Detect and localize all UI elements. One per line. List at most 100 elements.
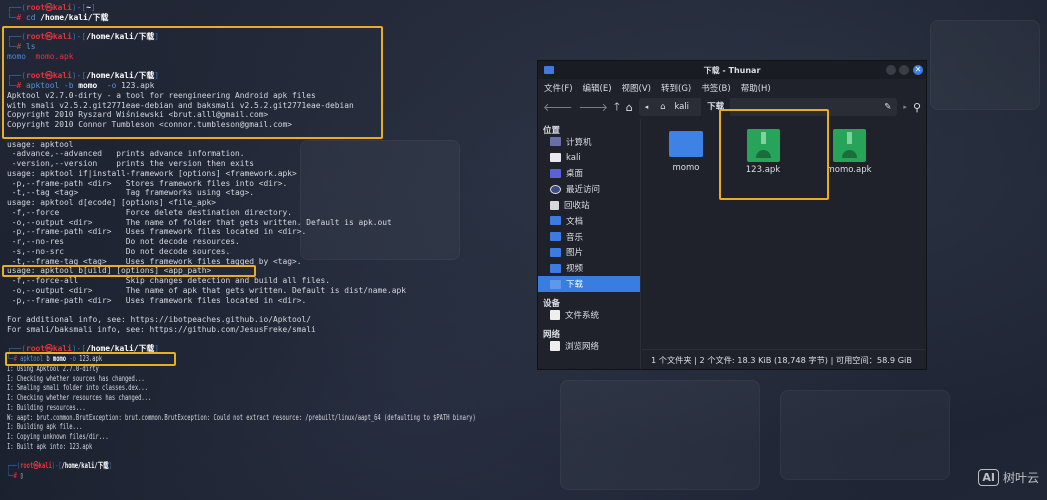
terminal-text: /home/kali/下载 (61, 461, 109, 471)
terminal-text: -p,--frame-path <dir> Uses framework fil… (7, 227, 307, 237)
thunar-window: 下载 - Thunar ✕ 文件(F) 编辑(E) 视图(V) 转到(G) 书签… (537, 60, 927, 370)
terminal-text: usage: apktool if|install-framework [opt… (7, 168, 297, 178)
sidebar-label: 下载 (566, 280, 584, 291)
terminal-line: I: Checking whether resources has change… (7, 393, 727, 403)
computer-icon (550, 137, 561, 147)
menu-bar: 文件(F) 编辑(E) 视图(V) 转到(G) 书签(B) 帮助(H) (538, 79, 926, 96)
minimize-button[interactable] (886, 65, 896, 75)
terminal-text: root㉿kali (20, 461, 52, 471)
menu-go[interactable]: 转到(G) (661, 82, 691, 94)
terminal-text: I: Checking whether sources has changed.… (7, 373, 145, 383)
terminal-text: ] (108, 461, 112, 471)
terminal-text: I: Checking whether resources has change… (7, 393, 152, 402)
breadcrumb-kali[interactable]: ⌂ kali (654, 102, 701, 112)
terminal-text: usage: apktool (7, 139, 74, 149)
breadcrumb-kali-label: kali (674, 102, 690, 112)
sidebar-item-music[interactable]: 音乐 (538, 229, 640, 245)
terminal-text: For additional info, see: https://ibotpe… (7, 315, 312, 324)
terminal-line: └─# cd /home/kali/下载 (7, 13, 727, 23)
videos-folder-icon (550, 263, 561, 273)
terminal-text: For smali/baksmali info, see: https://gi… (7, 324, 316, 334)
terminal-line: ┌──(root㉿kali)-[/home/kali/下载] (7, 461, 727, 471)
edit-pencil-icon[interactable]: ✎ (878, 102, 897, 112)
search-icon[interactable]: ⚲ (913, 101, 921, 114)
terminal-text: )-[ (51, 461, 62, 471)
up-arrow-icon[interactable]: 🡑 (614, 98, 620, 117)
terminal-text: ] (90, 3, 96, 12)
terminal-text: W: aapt: brut.common.BrutException: brut… (7, 412, 476, 422)
terminal-line: I: Building resources... (7, 403, 727, 413)
sidebar-label: 文件系统 (565, 310, 600, 321)
terminal-line: ┌──(root㉿kali)-[~] (7, 3, 727, 13)
downloads-folder-icon (550, 279, 561, 289)
terminal-text: /home/kali/下载 (40, 12, 109, 22)
folder-icon (669, 131, 703, 157)
menu-help[interactable]: 帮助(H) (741, 82, 771, 94)
sidebar: 位置 计算机 kali 桌面 最近访问 回收站 文档 音乐 图片 视频 下载 设… (538, 119, 641, 369)
terminal-text: -version,--version prints the version th… (7, 159, 255, 168)
sidebar-item-computer[interactable]: 计算机 (538, 134, 640, 150)
terminal-text: -f,--force Force delete destination dire… (7, 207, 293, 217)
terminal-text: -p,--frame-path <dir> Uses framework fil… (7, 295, 307, 305)
trash-icon (550, 200, 559, 210)
menu-edit[interactable]: 编辑(E) (583, 82, 612, 94)
sidebar-label: 音乐 (566, 232, 584, 243)
network-icon (550, 340, 560, 351)
sidebar-item-downloads[interactable]: 下载 (538, 276, 640, 292)
breadcrumb-right-chevron-icon[interactable]: ▸ (903, 103, 907, 111)
highlight-box-ls-apktool (2, 26, 383, 139)
sidebar-label: 图片 (566, 248, 584, 259)
terminal-text: -o,--output <dir> The name of folder tha… (7, 217, 392, 227)
terminal-text: usage: apktool d[ecode] [options] <file_… (7, 198, 217, 207)
terminal-line: I: Checking whether sources has changed.… (7, 374, 727, 384)
drive-icon (550, 309, 560, 320)
section-places: 位置 (543, 126, 561, 136)
sidebar-item-trash[interactable]: 回收站 (538, 197, 640, 213)
back-arrow-icon[interactable]: 🡐 (543, 100, 573, 114)
home-folder-icon (550, 153, 561, 163)
terminal-text: -r,--no-res Do not decode resources. (7, 237, 240, 246)
terminal-text: I: Smaling smali folder into classes.dex… (7, 383, 148, 393)
breadcrumb-left-chevron-icon[interactable]: ◂ (639, 103, 655, 111)
terminal-text: ┌──( (7, 3, 27, 12)
sidebar-item-desktop[interactable]: 桌面 (538, 166, 640, 182)
window-title: 下载 - Thunar (703, 65, 761, 75)
sidebar-label: 回收站 (564, 201, 590, 212)
menu-bookmarks[interactable]: 书签(B) (701, 82, 730, 94)
close-button[interactable]: ✕ (913, 65, 923, 75)
terminal-line: └─# ▯ (7, 471, 727, 481)
home-icon[interactable]: ⌂ (626, 101, 633, 114)
title-bar[interactable]: 下载 - Thunar ✕ (538, 61, 926, 79)
sidebar-item-kali[interactable]: kali (538, 150, 640, 166)
sidebar-label: 文档 (566, 216, 584, 227)
section-network: 网络 (543, 329, 561, 340)
terminal-text: -f,--force-all Skip changes detection an… (7, 276, 331, 285)
terminal-line: I: Copying unknown files/dir... (7, 432, 727, 442)
sidebar-item-documents[interactable]: 文档 (538, 213, 640, 229)
menu-file[interactable]: 文件(F) (544, 82, 573, 94)
sidebar-item-recent[interactable]: 最近访问 (538, 181, 640, 197)
maximize-button[interactable] (899, 65, 909, 75)
keyboard-key-decor (780, 390, 950, 480)
terminal-text: ▯ (20, 471, 24, 480)
sidebar-item-filesystem[interactable]: 文件系统 (538, 307, 640, 323)
terminal-text: -advance,--advanced prints advance infor… (7, 149, 245, 159)
menu-view[interactable]: 视图(V) (622, 82, 651, 94)
terminal-text: I: Building apk file... (7, 422, 83, 432)
terminal-text: )-[ (71, 3, 87, 12)
recent-clock-icon (550, 184, 561, 194)
forward-arrow-icon[interactable]: 🡒 (579, 100, 609, 114)
file-item-momo[interactable]: momo (651, 123, 721, 173)
terminal-text: cd (26, 12, 41, 22)
sidebar-item-pictures[interactable]: 图片 (538, 245, 640, 261)
terminal-line: W: aapt: brut.common.BrutException: brut… (7, 413, 727, 423)
terminal-text: ┌──( (7, 461, 21, 471)
sidebar-item-videos[interactable]: 视频 (538, 260, 640, 276)
android-apk-icon (832, 129, 866, 162)
sidebar-item-browse-network[interactable]: 浏览网络 (538, 338, 640, 354)
terminal-text: -s,--no-src Do not decode sources. (7, 246, 231, 256)
desktop-icon (550, 168, 561, 178)
folder-app-icon (544, 66, 554, 74)
terminal-text: I: Built apk into: 123.apk (7, 441, 93, 451)
